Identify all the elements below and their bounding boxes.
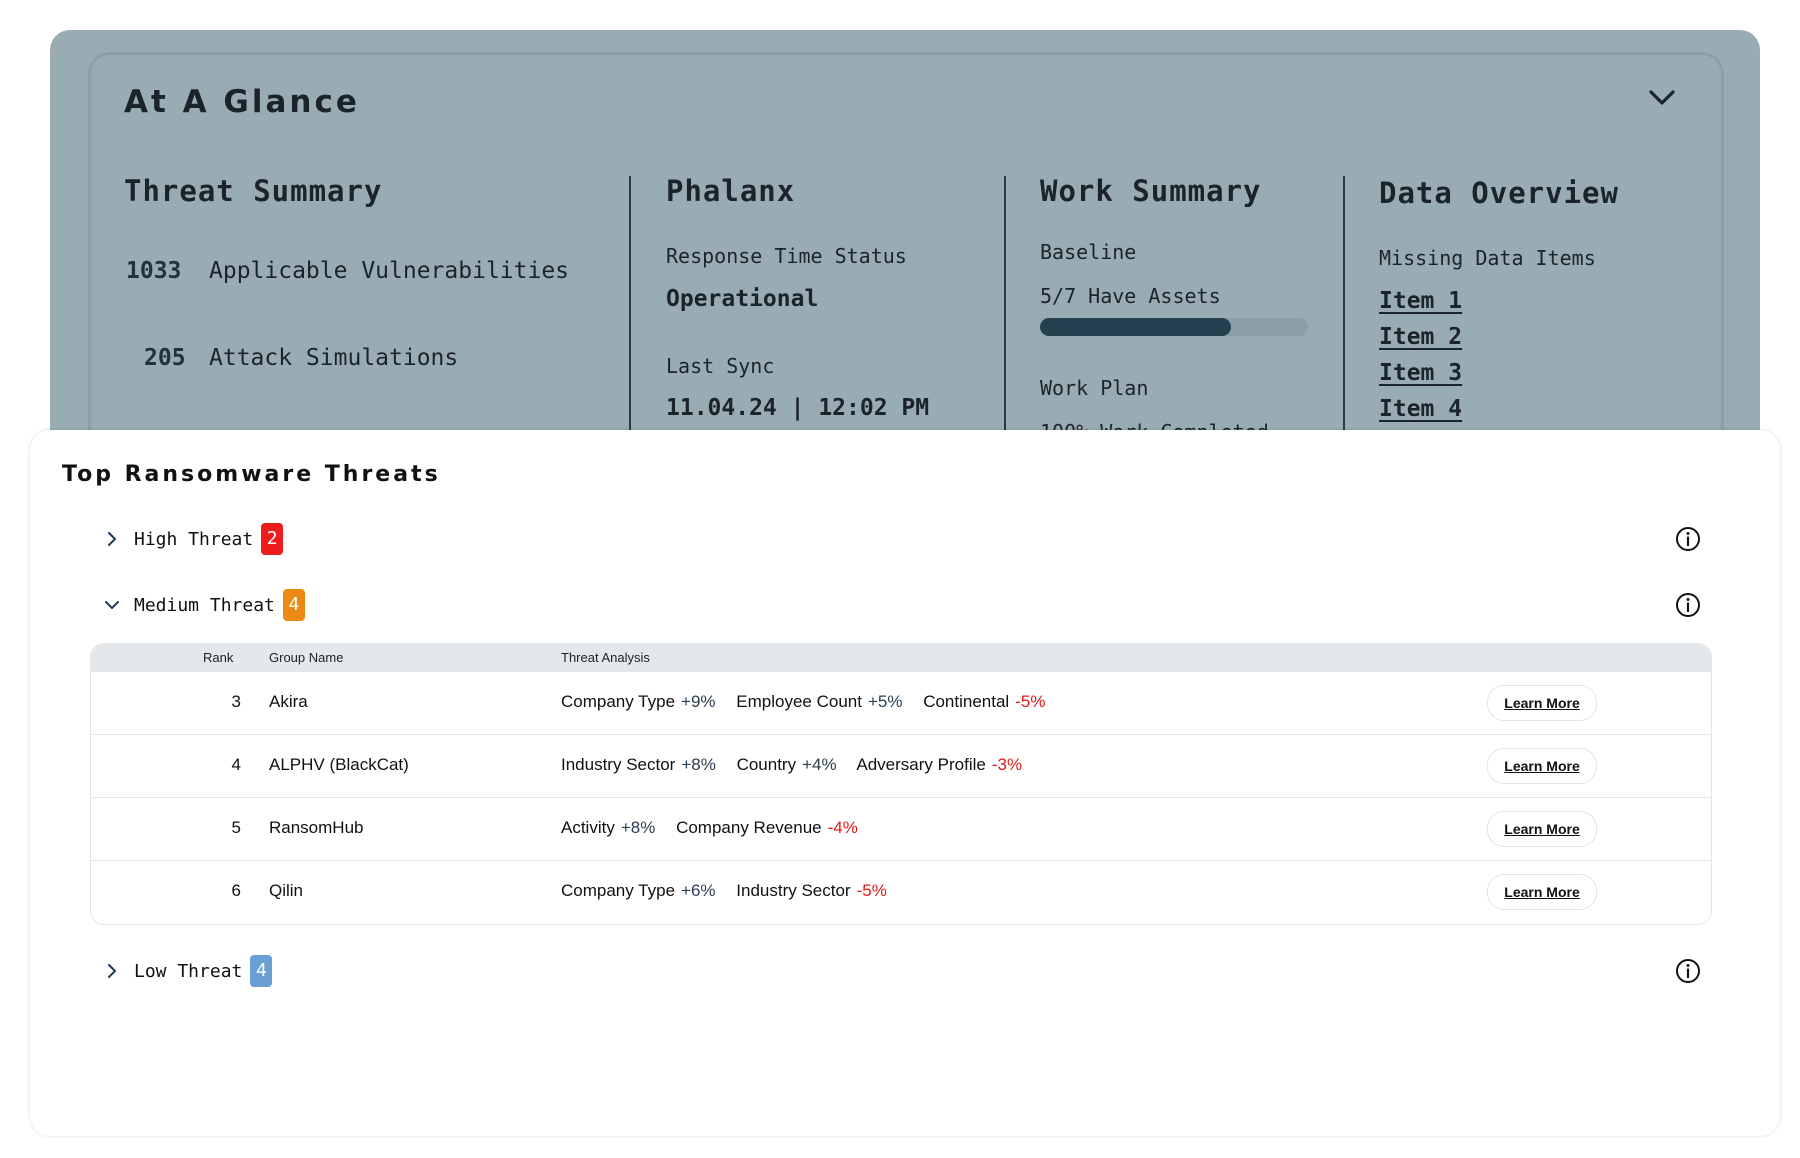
threat-count-badge: 4 [282,589,305,621]
ransomware-threats-title: Top Ransomware Threats [62,462,441,487]
work-plan-label: Work Plan [1040,376,1149,400]
metric-label: Company Type [561,692,676,711]
data-item-link[interactable]: Item 1 [1379,288,1462,314]
metric-label: Adversary Profile [856,755,986,774]
table-header: Rank Group Name Threat Analysis [91,644,1711,672]
threat-group-label: Medium Threat [134,594,275,616]
chevron-down-icon[interactable] [1648,88,1676,108]
learn-more-button[interactable]: Learn More [1487,874,1597,910]
simulations-label: Attack Simulations [209,345,459,371]
at-a-glance-title: At A Glance [124,84,360,120]
table-row: 4 ALPHV (BlackCat) Industry Sector +8% Co… [91,735,1711,798]
data-item-link[interactable]: Item 4 [1379,396,1462,422]
metric-value: +6% [681,881,716,900]
metric-label: Company Revenue [676,818,822,837]
group-name-cell: RansomHub [269,818,364,837]
threat-analysis-cell: Industry Sector +8% Country +4% Adversary … [561,755,1038,775]
ransomware-threats-card: Top Ransomware Threats High Threat 2 Med… [30,430,1780,1136]
threat-analysis-cell: Company Type +6% Industry Sector -5% [561,881,903,901]
threat-group-label: Low Threat [134,960,243,982]
info-icon[interactable] [1675,958,1701,984]
rank-cell: 5 [231,818,241,837]
last-sync-value: 11.04.24 | 12:02 PM [666,395,930,421]
metric-value: -5% [1015,692,1046,711]
group-name-cell: Akira [269,692,308,711]
column-header-rank: Rank [203,650,234,665]
metric-value: +8% [620,818,656,837]
threat-analysis-cell: Activity +8% Company Revenue -4% [561,818,874,838]
response-time-label: Response Time Status [666,244,907,268]
rank-cell: 3 [231,692,241,711]
threat-summary-heading: Threat Summary [124,174,383,208]
learn-more-button[interactable]: Learn More [1487,811,1597,847]
learn-more-button[interactable]: Learn More [1487,685,1597,721]
threat-analysis-cell: Company Type +9% Employee Count +5% Contin… [561,692,1061,712]
metric-value: -5% [856,881,887,900]
data-item-link[interactable]: Item 2 [1379,324,1462,350]
metric-label: Industry Sector [736,881,851,900]
metric-value: +4% [802,755,837,774]
column-header-threat-analysis: Threat Analysis [561,650,650,665]
rank-cell: 4 [231,755,241,774]
metric-label: Industry Sector [561,755,676,774]
metric-value: +5% [867,692,903,711]
metric-label: Continental [923,692,1010,711]
work-summary-heading: Work Summary [1040,174,1262,208]
phalanx-heading: Phalanx [666,174,796,208]
simulations-count: 205 [144,345,186,371]
threat-count-badge: 2 [261,523,284,555]
column-header-group-name: Group Name [269,650,344,665]
vulnerabilities-count: 1033 [126,258,182,284]
data-overview-heading: Data Overview [1379,176,1619,210]
metric-label: Country [736,755,797,774]
chevron-down-icon [105,601,119,609]
vulnerabilities-label: Applicable Vulnerabilities [209,258,570,284]
table-row: 3 Akira Company Type +9% Employee Count +5… [91,672,1711,735]
threat-group-high[interactable]: High Threat 2 [102,522,284,556]
metric-label: Activity [561,818,615,837]
column-divider [1343,176,1345,456]
info-icon[interactable] [1675,592,1701,618]
rank-cell: 6 [231,881,241,900]
threat-group-medium[interactable]: Medium Threat 4 [102,588,305,622]
assets-text: 5/7 Have Assets [1040,284,1221,308]
info-icon[interactable] [1675,526,1701,552]
assets-progress-bar [1040,318,1308,336]
threat-count-badge: 4 [250,955,273,987]
chevron-right-icon [108,964,116,978]
table-row: 6 Qilin Company Type +6% Industry Sector -… [91,861,1711,923]
data-item-link[interactable]: Item 3 [1379,360,1462,386]
threat-group-label: High Threat [134,528,254,550]
metric-value: +9% [681,692,716,711]
column-divider [1004,176,1006,456]
column-divider [629,176,631,456]
last-sync-label: Last Sync [666,354,775,378]
learn-more-button[interactable]: Learn More [1487,748,1597,784]
metric-value: -4% [827,818,858,837]
metric-label: Company Type [561,881,676,900]
metric-value: -3% [991,755,1023,774]
table-row: 5 RansomHub Activity +8% Company Revenue -… [91,798,1711,861]
group-name-cell: ALPHV (BlackCat) [269,755,409,774]
chevron-right-icon [108,532,116,546]
assets-progress-fill [1040,318,1232,336]
missing-data-label: Missing Data Items [1379,246,1596,270]
metric-label: Employee Count [736,692,862,711]
group-name-cell: Qilin [269,881,304,900]
baseline-label: Baseline [1040,240,1137,264]
metric-value: +8% [681,755,716,774]
response-time-value: Operational [666,286,819,312]
medium-threat-table: Rank Group Name Threat Analysis 3 Akira … [90,643,1712,925]
threat-group-low[interactable]: Low Threat 4 [102,954,273,988]
